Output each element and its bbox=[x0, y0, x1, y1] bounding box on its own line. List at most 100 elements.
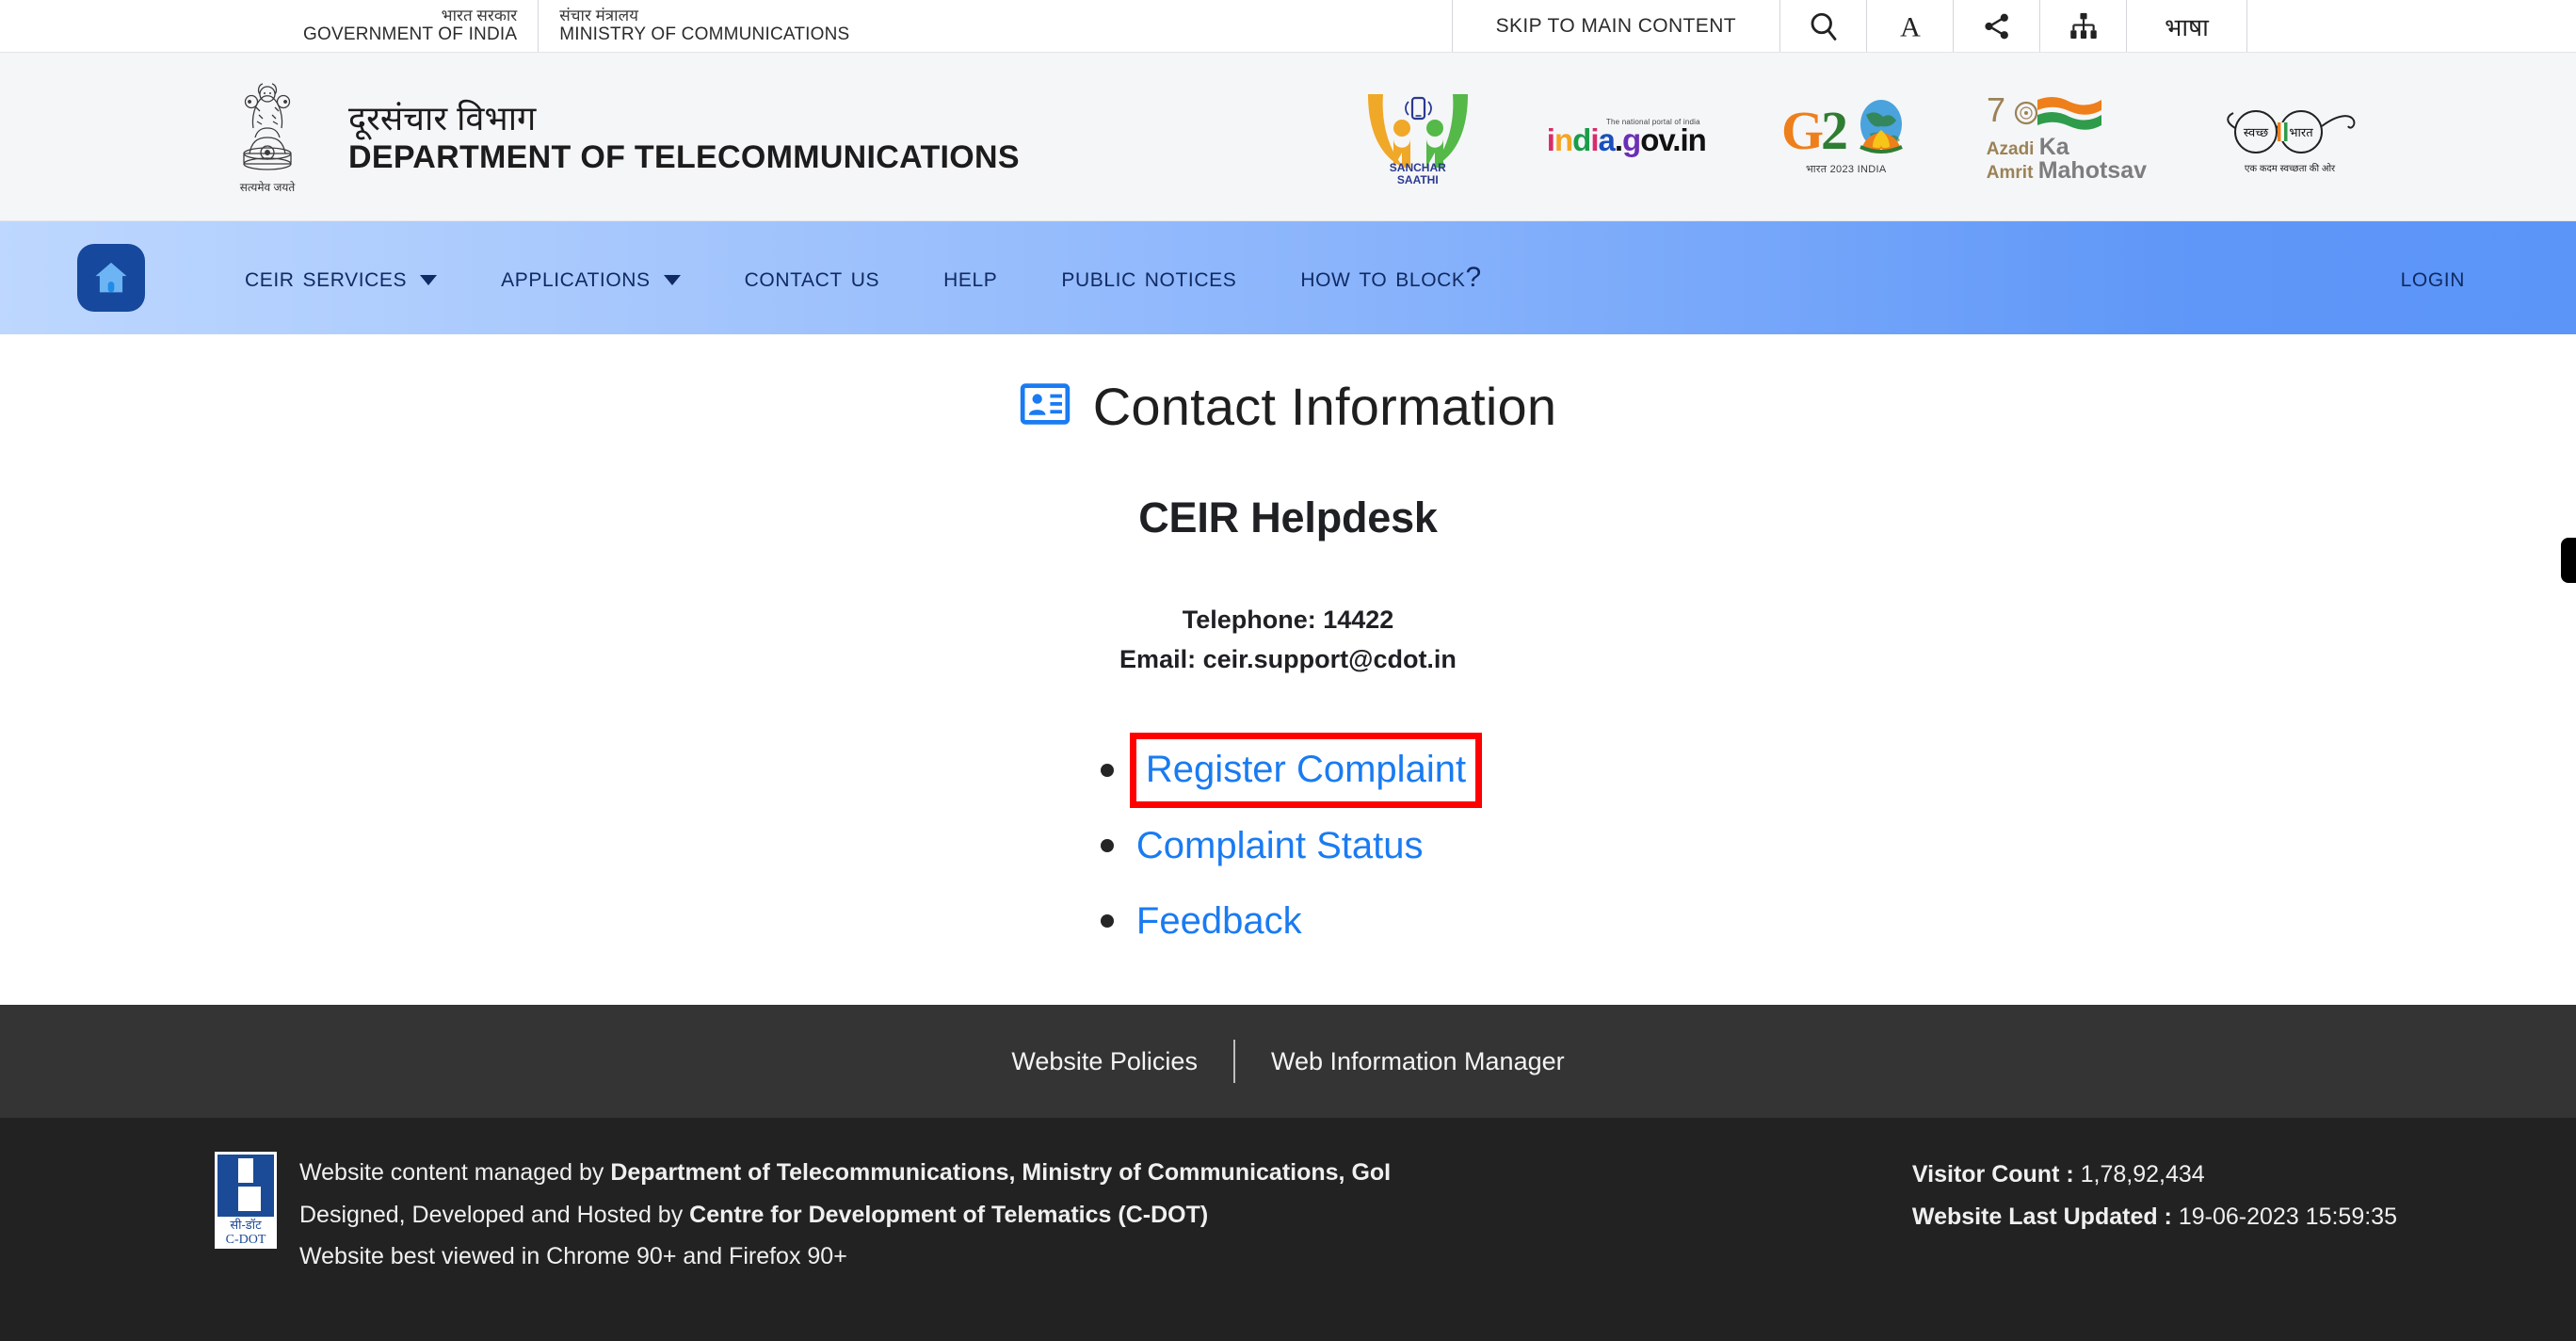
azadi-line3: Amrit bbox=[1986, 163, 2034, 183]
cdot-hindi-label: सी-डॉट bbox=[230, 1218, 262, 1232]
cdot-logo: सी-डॉट C-DOT bbox=[215, 1152, 277, 1249]
helpdesk-link-list: Register Complaint Complaint Status Feed… bbox=[1100, 733, 1483, 963]
cdot-mark-icon bbox=[217, 1155, 274, 1217]
register-complaint-link[interactable]: Register Complaint bbox=[1146, 749, 1466, 790]
bullet-icon bbox=[1100, 764, 1114, 778]
site-masthead: सत्यमेव जयते दूरसंचार विभाग DEPARTMENT O… bbox=[0, 53, 2576, 221]
government-of-india-block: भारत सरकार GOVERNMENT OF INDIA bbox=[282, 0, 538, 52]
last-updated-label: Website Last Updated : bbox=[1911, 1203, 2179, 1230]
nav-label-applications: Applications bbox=[501, 262, 651, 293]
footer-line-2-prefix: Designed, Developed and Hosted by bbox=[299, 1201, 690, 1228]
nav-item-contact-us[interactable]: Contact Us bbox=[713, 262, 911, 294]
helpdesk-telephone: Telephone: 14422 bbox=[1182, 606, 1394, 634]
nav-label-how-to-block: How to block? bbox=[1300, 262, 1482, 293]
g20-logo[interactable]: G 2 भारत 2023 INDIA bbox=[1779, 98, 1913, 176]
feedback-link[interactable]: Feedback bbox=[1136, 902, 1302, 940]
cdot-english-label: C-DOT bbox=[225, 1232, 266, 1247]
sanchar-saathi-logo[interactable]: SANCHAR SAATHI bbox=[1362, 87, 1473, 186]
login-link[interactable]: Login bbox=[2401, 262, 2465, 294]
footer-line-1: Website content managed by Department of… bbox=[299, 1152, 1391, 1194]
azadi-line2: Ka bbox=[2038, 134, 2069, 160]
helpdesk-email: Email: ceir.support@cdot.in bbox=[1119, 644, 1457, 673]
home-icon[interactable] bbox=[77, 244, 145, 312]
sitemap-icon[interactable] bbox=[2039, 0, 2126, 52]
nav-item-help[interactable]: Help bbox=[911, 262, 1029, 294]
chevron-down-icon bbox=[663, 274, 681, 285]
svg-text:G: G bbox=[1781, 100, 1824, 161]
gov-hindi-label: भारत सरकार bbox=[441, 7, 518, 25]
svg-text:स्वच्छ: स्वच्छ bbox=[2244, 125, 2269, 139]
footer-line-3: Website best viewed in Chrome 90+ and Fi… bbox=[299, 1243, 847, 1269]
footer-link-bar: Website Policies Web Information Manager bbox=[0, 1005, 2576, 1118]
national-emblem-icon: सत्यमेव जयते bbox=[218, 79, 316, 195]
search-icon[interactable] bbox=[1779, 0, 1866, 52]
share-icon[interactable] bbox=[1953, 0, 2039, 52]
department-hindi-name: दूरसंचार विभाग bbox=[348, 98, 537, 137]
ministry-hindi-label: संचार मंत्रालय bbox=[559, 7, 638, 25]
ministry-english-label: MINISTRY OF COMMUNICATIONS bbox=[559, 24, 850, 45]
footer-line-1-prefix: Website content managed by bbox=[299, 1159, 611, 1186]
azadi-caption: Azadi Ka Amrit Mahotsav bbox=[1987, 136, 2147, 183]
azadi-line1: Azadi bbox=[1986, 139, 2035, 159]
nav-label-contact-us: Contact Us bbox=[744, 262, 880, 293]
nav-item-public-notices[interactable]: Public Notices bbox=[1029, 262, 1268, 294]
footer-line-2: Designed, Developed and Hosted by Centre… bbox=[299, 1194, 1391, 1236]
nav-label-public-notices: Public Notices bbox=[1061, 262, 1237, 293]
page-title: Contact Information bbox=[1092, 377, 1557, 436]
list-item: Feedback bbox=[1100, 888, 1475, 954]
web-information-manager-link[interactable]: Web Information Manager bbox=[1235, 1047, 1601, 1076]
svg-text:7: 7 bbox=[1987, 90, 2005, 129]
list-item: Complaint Status bbox=[1100, 813, 1475, 879]
department-english-name: DEPARTMENT OF TELECOMMUNICATIONS bbox=[348, 138, 1020, 175]
department-name-block: दूरसंचार विभाग DEPARTMENT OF TELECOMMUNI… bbox=[348, 98, 1020, 176]
nav-item-ceir-services[interactable]: CEIR Services bbox=[213, 262, 469, 294]
india-gov-in-logo[interactable]: The national portal of india india.gov.i… bbox=[1546, 118, 1707, 157]
svg-text:भारत: भारत bbox=[2289, 125, 2313, 139]
ministry-block: संचार मंत्रालय MINISTRY OF COMMUNICATION… bbox=[538, 0, 870, 52]
visitor-count-value: 1,78,92,434 bbox=[2080, 1161, 2205, 1188]
nav-item-applications[interactable]: Applications bbox=[469, 262, 713, 294]
top-utility-bar: भारत सरकार GOVERNMENT OF INDIA संचार मंत… bbox=[0, 0, 2576, 53]
complaint-status-link[interactable]: Complaint Status bbox=[1136, 827, 1424, 864]
swachh-bharat-caption: एक कदम स्वच्छता की ओर bbox=[2244, 163, 2336, 174]
azadi-ka-amrit-mahotsav-logo[interactable]: 7 Azadi Ka Amrit Mahotsav bbox=[1987, 90, 2147, 183]
font-size-icon[interactable]: A bbox=[1866, 0, 1953, 52]
nav-label-help: Help bbox=[943, 262, 998, 293]
footer-line-2-bold: Centre for Development of Telematics (C-… bbox=[689, 1201, 1209, 1228]
visitor-count-row: Visitor Count : 1,78,92,434 bbox=[1912, 1154, 2397, 1196]
swachh-bharat-logo[interactable]: स्वच्छ भारत एक कदम स्वच्छता की ओर bbox=[2220, 100, 2359, 174]
sanchar-saathi-line1: SANCHAR bbox=[1389, 160, 1446, 174]
nav-item-list: CEIR Services Applications Contact Us He… bbox=[213, 262, 1514, 294]
page-title-row: Contact Information bbox=[0, 376, 2576, 437]
gov-english-label: GOVERNMENT OF INDIA bbox=[303, 24, 518, 45]
last-updated-value: 19-06-2023 15:59:35 bbox=[2178, 1203, 2397, 1230]
topbar-left-spacer bbox=[0, 0, 282, 52]
emblem-caption: सत्यमेव जयते bbox=[239, 180, 296, 194]
footer-stats: Visitor Count : 1,78,92,434 Website Last… bbox=[1912, 1152, 2397, 1237]
side-widget-tab[interactable] bbox=[2561, 538, 2576, 583]
skip-to-main-content-link[interactable]: SKIP TO MAIN CONTENT bbox=[1451, 0, 1779, 52]
svg-text:A: A bbox=[1900, 11, 1921, 42]
nav-label-ceir-services: CEIR Services bbox=[245, 262, 408, 293]
topbar-gap bbox=[870, 0, 1451, 52]
partner-logo-row: SANCHAR SAATHI The national portal of in… bbox=[1362, 87, 2359, 186]
footer-main: सी-डॉट C-DOT Website content managed by … bbox=[0, 1118, 2576, 1341]
nav-item-how-to-block[interactable]: How to block? bbox=[1268, 262, 1513, 294]
footer-credits: Website content managed by Department of… bbox=[299, 1152, 1391, 1278]
contact-card-icon bbox=[1020, 379, 1071, 434]
sanchar-saathi-line2: SAATHI bbox=[1396, 173, 1439, 186]
main-content: Contact Information CEIR Helpdesk Teleph… bbox=[0, 334, 2576, 1005]
list-item: Register Complaint bbox=[1100, 733, 1483, 809]
website-policies-link[interactable]: Website Policies bbox=[975, 1047, 1233, 1076]
chevron-down-icon bbox=[420, 274, 438, 285]
bullet-icon bbox=[1100, 914, 1114, 929]
language-selector[interactable]: भाषा bbox=[2126, 0, 2246, 52]
last-updated-row: Website Last Updated : 19-06-2023 15:59:… bbox=[1912, 1196, 2397, 1238]
india-gov-wordmark: india.gov.in bbox=[1546, 122, 1707, 157]
footer-line-1-bold: Department of Telecommunications, Minist… bbox=[610, 1159, 1392, 1186]
svg-text:2: 2 bbox=[1821, 100, 1848, 161]
visitor-count-label: Visitor Count : bbox=[1911, 1161, 2081, 1188]
topbar-right-spacer bbox=[2246, 0, 2576, 52]
azadi-line4: Mahotsav bbox=[2037, 157, 2147, 184]
bullet-icon bbox=[1100, 839, 1114, 853]
